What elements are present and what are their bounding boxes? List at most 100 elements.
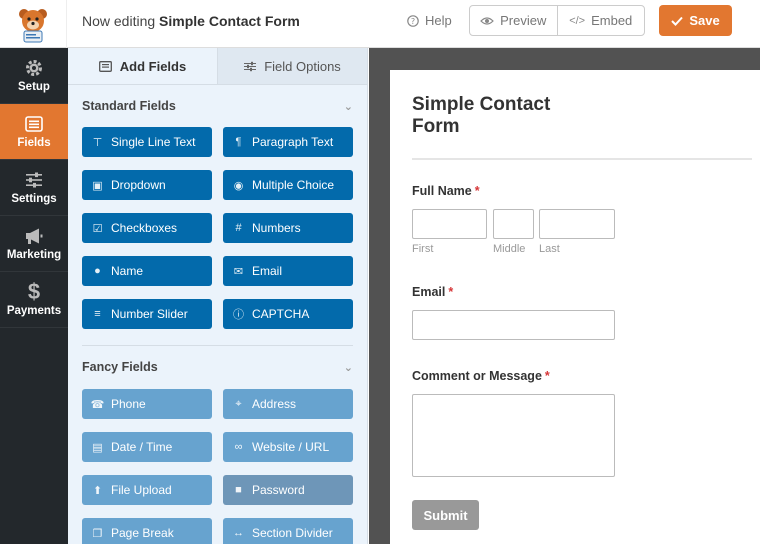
help-link[interactable]: ? Help: [407, 13, 452, 28]
fields-panel: Add Fields Field Options Standard Fields…: [68, 48, 368, 544]
field-label: Email: [252, 264, 283, 278]
nav-label: Marketing: [6, 249, 62, 261]
field-label: Dropdown: [111, 178, 166, 192]
field-label: Number Slider: [111, 307, 188, 321]
chevron-up-icon[interactable]: ⌄: [344, 361, 353, 374]
required-mark: *: [544, 369, 550, 383]
field-button-captcha[interactable]: ⓘ CAPTCHA: [223, 299, 353, 329]
embed-label: Embed: [591, 13, 633, 28]
user-icon: ●: [94, 265, 101, 277]
field-label: Page Break: [111, 526, 174, 540]
last-name-input[interactable]: [539, 209, 615, 239]
field-button-checkboxes[interactable]: ☑ Checkboxes: [82, 213, 212, 243]
standard-fields-header[interactable]: Standard Fields ⌄: [68, 87, 367, 125]
field-button-paragraph-text[interactable]: ¶ Paragraph Text: [223, 127, 353, 157]
check-icon: [671, 16, 684, 26]
save-label: Save: [689, 13, 720, 28]
text-icon: ⊤: [92, 136, 103, 149]
tab-field-options[interactable]: Field Options: [218, 48, 367, 84]
field-button-page-break[interactable]: ❐ Page Break: [82, 518, 212, 544]
editing-prefix: Now editing: [82, 13, 156, 29]
left-nav: Setup Fields Settings Marketing $ Paymen…: [0, 48, 68, 544]
comment-field[interactable]: Comment or Message *: [412, 369, 550, 383]
field-label: Single Line Text: [111, 135, 196, 149]
panel-tabs: Add Fields Field Options: [68, 48, 367, 85]
copy-icon: ❐: [92, 527, 103, 540]
field-label: Section Divider: [252, 526, 333, 540]
megaphone-icon: [26, 228, 43, 244]
email-input[interactable]: [412, 310, 615, 340]
tab-add-fields[interactable]: Add Fields: [68, 48, 218, 84]
field-button-name[interactable]: ● Name: [82, 256, 212, 286]
dropdown-icon: ▣: [92, 179, 103, 192]
field-button-dropdown[interactable]: ▣ Dropdown: [82, 170, 212, 200]
nav-item-fields[interactable]: Fields: [0, 104, 68, 160]
form-title: Simple Contact Form: [412, 94, 551, 137]
svg-text:?: ?: [411, 17, 415, 26]
nav-label: Settings: [11, 193, 57, 205]
field-button-number-slider[interactable]: ≡ Number Slider: [82, 299, 212, 329]
field-label: Numbers: [252, 221, 301, 235]
dollar-icon: $: [27, 279, 41, 304]
chevron-up-icon[interactable]: ⌄: [344, 100, 353, 113]
comment-textarea[interactable]: [412, 394, 615, 477]
standard-fields-grid: ⊤ Single Line Text ¶ Paragraph Text ▣ Dropd…: [68, 127, 367, 329]
nav-label: Fields: [17, 137, 51, 149]
sliders-icon: [244, 61, 257, 71]
embed-button[interactable]: </> Embed: [556, 6, 645, 35]
preview-embed-group: Preview </> Embed: [469, 5, 645, 36]
nav-label: Setup: [18, 81, 50, 93]
help-label: Help: [425, 13, 452, 28]
wpforms-logo: [0, 0, 67, 48]
field-label: Full Name: [412, 184, 472, 198]
gear-icon: [26, 60, 42, 76]
full-name-field[interactable]: Full Name *: [412, 184, 480, 198]
envelope-icon: ✉: [233, 265, 244, 278]
nav-label: Payments: [6, 305, 62, 317]
middle-name-input[interactable]: [493, 209, 534, 239]
link-icon: ∞: [234, 441, 243, 453]
code-icon: </>: [569, 14, 586, 27]
field-button-website-url[interactable]: ∞ Website / URL: [223, 432, 353, 462]
field-button-numbers[interactable]: # Numbers: [223, 213, 353, 243]
bear-mascot-icon: [19, 9, 47, 43]
list-icon: [25, 116, 43, 132]
field-button-password[interactable]: ■ Password: [223, 475, 353, 505]
submit-button[interactable]: Submit: [412, 500, 479, 530]
nav-item-payments[interactable]: $ Payments: [0, 272, 68, 328]
preview-label: Preview: [500, 13, 547, 28]
email-field[interactable]: Email *: [412, 285, 453, 299]
field-label: Website / URL: [252, 440, 330, 454]
nav-item-setup[interactable]: Setup: [0, 48, 68, 104]
field-button-phone[interactable]: ☎ Phone: [82, 389, 212, 419]
fancy-fields-header[interactable]: Fancy Fields ⌄: [68, 348, 367, 386]
middle-sublabel: Middle: [493, 243, 526, 255]
eye-icon: [480, 16, 494, 25]
form-icon: [98, 60, 112, 72]
top-bar: Now editing Simple Contact Form ? Help P…: [0, 0, 760, 48]
preview-button[interactable]: Preview: [470, 6, 557, 35]
question-icon: ⓘ: [233, 309, 244, 321]
last-sublabel: Last: [539, 243, 560, 255]
field-label: Password: [252, 483, 305, 497]
field-button-section-divider[interactable]: ↔ Section Divider: [223, 518, 353, 544]
required-mark: *: [448, 285, 454, 299]
field-button-email[interactable]: ✉ Email: [223, 256, 353, 286]
save-button[interactable]: Save: [659, 5, 732, 36]
sliders-icon: [26, 172, 42, 188]
field-button-address[interactable]: ⌖ Address: [223, 389, 353, 419]
field-button-date-time[interactable]: ▤ Date / Time: [82, 432, 212, 462]
field-label: CAPTCHA: [252, 307, 310, 321]
fancy-fields-grid: ☎ Phone ⌖ Address ▤ Date / Time ∞ Website / …: [68, 389, 367, 544]
field-button-multiple-choice[interactable]: ◉ Multiple Choice: [223, 170, 353, 200]
first-name-input[interactable]: [412, 209, 487, 239]
field-label: Paragraph Text: [252, 135, 334, 149]
first-sublabel: First: [412, 243, 434, 255]
nav-item-marketing[interactable]: Marketing: [0, 216, 68, 272]
form-preview-card: Simple Contact Form Full Name * First Mid…: [390, 70, 760, 544]
nav-item-settings[interactable]: Settings: [0, 160, 68, 216]
field-button-file-upload[interactable]: ⬆ File Upload: [82, 475, 212, 505]
help-icon: ?: [407, 14, 419, 27]
field-button-single-line-text[interactable]: ⊤ Single Line Text: [82, 127, 212, 157]
phone-icon: ☎: [90, 398, 105, 411]
